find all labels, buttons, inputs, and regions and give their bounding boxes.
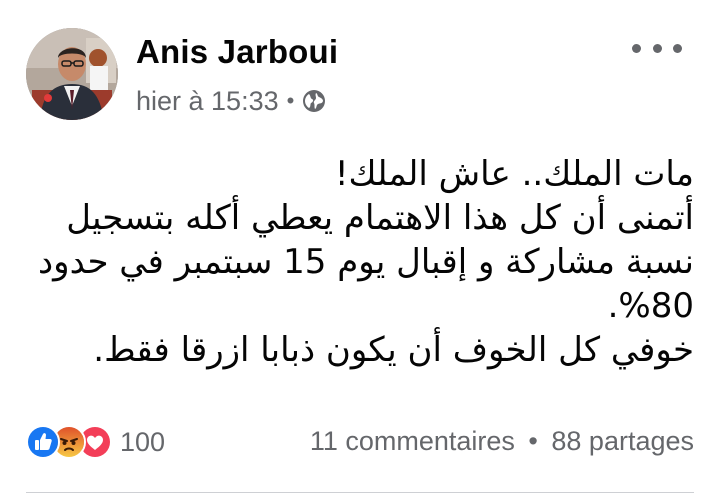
footer-divider: [26, 492, 694, 493]
more-options-icon[interactable]: [632, 36, 682, 60]
author-name[interactable]: Anis Jarboui: [136, 32, 338, 72]
reaction-count: 100: [120, 426, 166, 457]
meta-separator: •: [286, 88, 295, 113]
post-stats: 11 commentaires • 88 partages: [310, 426, 694, 457]
facebook-post: Anis Jarboui hier à 15:33 • مات الملك.. …: [0, 0, 720, 499]
comments-link[interactable]: 11 commentaires: [310, 426, 515, 456]
post-timestamp[interactable]: hier à 15:33: [136, 86, 279, 117]
reactions-summary[interactable]: 100: [26, 424, 165, 460]
shares-link[interactable]: 88 partages: [551, 426, 694, 456]
post-footer: 100 11 commentaires • 88 partages: [26, 420, 694, 462]
post-meta: hier à 15:33 •: [136, 84, 326, 118]
more-dot: [673, 43, 682, 53]
more-dot: [632, 43, 641, 53]
author-avatar[interactable]: [26, 28, 118, 120]
stats-separator: •: [528, 426, 538, 456]
post-text-line: خوفي كل الخوف أن يكون ذبابا ازرقا فقط.: [93, 330, 694, 370]
avatar-photo: [26, 28, 118, 120]
post-text-line: أتمنى أن كل هذا الاهتمام يعطي أكله بتسجي…: [38, 198, 694, 326]
more-dot: [652, 43, 662, 53]
globe-icon[interactable]: [302, 89, 326, 113]
post-text: مات الملك.. عاش الملك! أتمنى أن كل هذا ا…: [34, 152, 694, 372]
post-text-line: مات الملك.. عاش الملك!: [334, 154, 694, 194]
like-icon: [26, 425, 60, 459]
